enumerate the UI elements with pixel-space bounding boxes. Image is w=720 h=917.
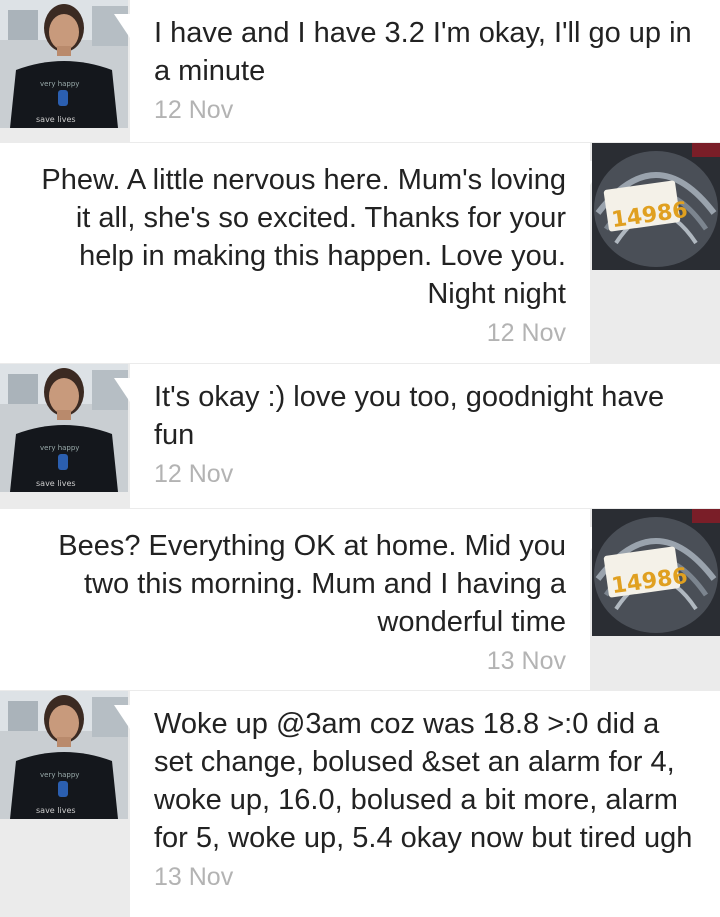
- message-row: very happy save lives I have and I have …: [0, 0, 720, 142]
- helmet-photo: 14986: [592, 143, 720, 270]
- contact-photo: very happy save lives: [0, 364, 128, 492]
- shirt-text-top: very happy: [40, 80, 79, 88]
- contact-avatar[interactable]: very happy save lives: [0, 691, 128, 819]
- message-timestamp: 13 Nov: [154, 863, 234, 891]
- message-text: I have and I have 3.2 I'm okay, I'll go …: [154, 17, 692, 87]
- message-row: very happy save lives It's okay :) love …: [0, 364, 720, 508]
- message-bubble[interactable]: Phew. A little nervous here. Mum's lovin…: [0, 143, 590, 363]
- message-timestamp: 12 Nov: [154, 460, 234, 488]
- message-timestamp: 13 Nov: [486, 647, 566, 675]
- message-row: Phew. A little nervous here. Mum's lovin…: [0, 143, 720, 363]
- bubble-tail: [114, 14, 130, 38]
- contact-avatar[interactable]: very happy save lives: [0, 0, 128, 128]
- message-bubble[interactable]: I have and I have 3.2 I'm okay, I'll go …: [130, 0, 720, 142]
- contact-photo: very happy save lives: [0, 0, 128, 128]
- message-bubble[interactable]: Woke up @3am coz was 18.8 >:0 did a set …: [130, 691, 720, 917]
- contact-avatar[interactable]: very happy save lives: [0, 364, 128, 492]
- helmet-photo: 14986: [592, 509, 720, 636]
- shirt-text-bottom: save lives: [36, 806, 76, 815]
- message-text: It's okay :) love you too, goodnight hav…: [154, 381, 665, 451]
- message-timestamp: 12 Nov: [154, 96, 234, 124]
- bubble-tail: [114, 705, 130, 729]
- my-avatar[interactable]: 14986: [592, 509, 720, 636]
- shirt-text-top: very happy: [40, 444, 79, 452]
- bubble-tail: [114, 378, 130, 402]
- shirt-text-top: very happy: [40, 771, 79, 779]
- message-row: very happy save lives Woke up @3am coz w…: [0, 691, 720, 917]
- message-timestamp: 12 Nov: [486, 319, 566, 347]
- shirt-text-bottom: save lives: [36, 479, 76, 488]
- message-bubble[interactable]: Bees? Everything OK at home. Mid you two…: [0, 509, 590, 690]
- message-row: Bees? Everything OK at home. Mid you two…: [0, 509, 720, 690]
- message-text: Bees? Everything OK at home. Mid you two…: [58, 530, 566, 638]
- message-text: Woke up @3am coz was 18.8 >:0 did a set …: [154, 708, 693, 854]
- my-avatar[interactable]: 14986: [592, 143, 720, 270]
- message-bubble[interactable]: It's okay :) love you too, goodnight hav…: [130, 364, 720, 508]
- shirt-text-bottom: save lives: [36, 115, 76, 124]
- message-text: Phew. A little nervous here. Mum's lovin…: [41, 164, 566, 310]
- contact-photo: very happy save lives: [0, 691, 128, 819]
